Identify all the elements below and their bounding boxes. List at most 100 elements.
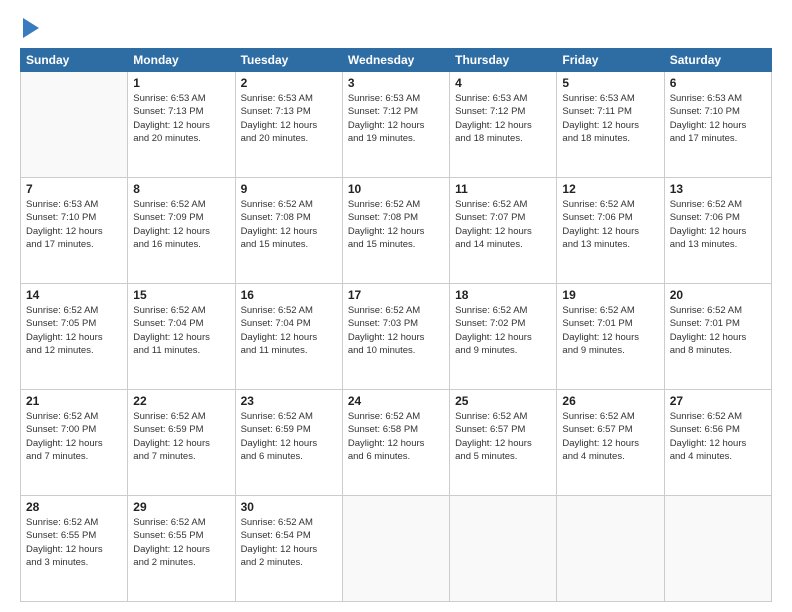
calendar-cell: 23Sunrise: 6:52 AMSunset: 6:59 PMDayligh…	[235, 390, 342, 496]
calendar-body: 1 Sunrise: 6:53 AMSunset: 7:13 PMDaylight…	[21, 72, 772, 602]
day-number: 13	[670, 182, 766, 196]
day-info: Sunrise: 6:53 AMSunset: 7:13 PMDaylight:…	[241, 92, 337, 145]
day-info: Sunrise: 6:53 AMSunset: 7:11 PMDaylight:…	[562, 92, 658, 145]
calendar-cell: 18 Sunrise: 6:52 AMSunset: 7:02 PMDayligh…	[450, 284, 557, 390]
calendar-cell: 12 Sunrise: 6:52 AMSunset: 7:06 PMDayligh…	[557, 178, 664, 284]
week-row-3: 14Sunrise: 6:52 AMSunset: 7:05 PMDayligh…	[21, 284, 772, 390]
day-number: 26	[562, 394, 658, 408]
day-number: 27	[670, 394, 766, 408]
day-info: Sunrise: 6:52 AMSunset: 7:03 PMDaylight:…	[348, 304, 444, 357]
calendar-cell: 5 Sunrise: 6:53 AMSunset: 7:11 PMDaylight…	[557, 72, 664, 178]
calendar-header: Sunday Monday Tuesday Wednesday Thursday…	[21, 49, 772, 72]
calendar-cell: 11 Sunrise: 6:52 AMSunset: 7:07 PMDayligh…	[450, 178, 557, 284]
day-info: Sunrise: 6:52 AMSunset: 6:56 PMDaylight:…	[670, 410, 766, 463]
calendar-cell: 4Sunrise: 6:53 AMSunset: 7:12 PMDaylight…	[450, 72, 557, 178]
col-tuesday: Tuesday	[235, 49, 342, 72]
col-sunday: Sunday	[21, 49, 128, 72]
day-info: Sunrise: 6:52 AMSunset: 7:04 PMDaylight:…	[133, 304, 229, 357]
calendar-cell: 14Sunrise: 6:52 AMSunset: 7:05 PMDayligh…	[21, 284, 128, 390]
day-number: 12	[562, 182, 658, 196]
day-number: 18	[455, 288, 551, 302]
week-row-1: 1 Sunrise: 6:53 AMSunset: 7:13 PMDaylight…	[21, 72, 772, 178]
day-number: 5	[562, 76, 658, 90]
calendar-cell: 2 Sunrise: 6:53 AMSunset: 7:13 PMDaylight…	[235, 72, 342, 178]
day-number: 21	[26, 394, 122, 408]
calendar-cell: 26 Sunrise: 6:52 AMSunset: 6:57 PMDayligh…	[557, 390, 664, 496]
day-number: 8	[133, 182, 229, 196]
day-info: Sunrise: 6:52 AMSunset: 7:06 PMDaylight:…	[562, 198, 658, 251]
day-info: Sunrise: 6:52 AMSunset: 6:58 PMDaylight:…	[348, 410, 444, 463]
day-number: 11	[455, 182, 551, 196]
calendar-cell: 27 Sunrise: 6:52 AMSunset: 6:56 PMDayligh…	[664, 390, 771, 496]
day-info: Sunrise: 6:52 AMSunset: 7:01 PMDaylight:…	[670, 304, 766, 357]
calendar-cell	[450, 496, 557, 602]
calendar-cell	[664, 496, 771, 602]
day-number: 16	[241, 288, 337, 302]
day-info: Sunrise: 6:53 AMSunset: 7:12 PMDaylight:…	[455, 92, 551, 145]
logo	[20, 18, 39, 38]
day-number: 15	[133, 288, 229, 302]
calendar-cell: 29 Sunrise: 6:52 AMSunset: 6:55 PMDayligh…	[128, 496, 235, 602]
header	[20, 18, 772, 38]
day-info: Sunrise: 6:52 AMSunset: 7:08 PMDaylight:…	[241, 198, 337, 251]
day-info: Sunrise: 6:53 AMSunset: 7:13 PMDaylight:…	[133, 92, 229, 145]
day-info: Sunrise: 6:52 AMSunset: 7:02 PMDaylight:…	[455, 304, 551, 357]
calendar-cell: 9 Sunrise: 6:52 AMSunset: 7:08 PMDaylight…	[235, 178, 342, 284]
day-info: Sunrise: 6:52 AMSunset: 7:08 PMDaylight:…	[348, 198, 444, 251]
week-row-2: 7 Sunrise: 6:53 AMSunset: 7:10 PMDaylight…	[21, 178, 772, 284]
day-info: Sunrise: 6:53 AMSunset: 7:12 PMDaylight:…	[348, 92, 444, 145]
day-number: 20	[670, 288, 766, 302]
calendar-cell: 17Sunrise: 6:52 AMSunset: 7:03 PMDayligh…	[342, 284, 449, 390]
day-number: 22	[133, 394, 229, 408]
calendar-cell: 24 Sunrise: 6:52 AMSunset: 6:58 PMDayligh…	[342, 390, 449, 496]
day-number: 6	[670, 76, 766, 90]
day-info: Sunrise: 6:52 AMSunset: 7:09 PMDaylight:…	[133, 198, 229, 251]
col-friday: Friday	[557, 49, 664, 72]
day-info: Sunrise: 6:52 AMSunset: 6:55 PMDaylight:…	[26, 516, 122, 569]
calendar-cell: 7 Sunrise: 6:53 AMSunset: 7:10 PMDaylight…	[21, 178, 128, 284]
day-number: 7	[26, 182, 122, 196]
calendar-table: Sunday Monday Tuesday Wednesday Thursday…	[20, 48, 772, 602]
day-number: 9	[241, 182, 337, 196]
calendar-cell: 3 Sunrise: 6:53 AMSunset: 7:12 PMDaylight…	[342, 72, 449, 178]
calendar-cell	[342, 496, 449, 602]
col-wednesday: Wednesday	[342, 49, 449, 72]
day-info: Sunrise: 6:52 AMSunset: 7:06 PMDaylight:…	[670, 198, 766, 251]
day-number: 14	[26, 288, 122, 302]
calendar-cell: 25 Sunrise: 6:52 AMSunset: 6:57 PMDayligh…	[450, 390, 557, 496]
day-number: 25	[455, 394, 551, 408]
calendar-cell: 15 Sunrise: 6:52 AMSunset: 7:04 PMDayligh…	[128, 284, 235, 390]
calendar-cell: 10 Sunrise: 6:52 AMSunset: 7:08 PMDayligh…	[342, 178, 449, 284]
day-number: 28	[26, 500, 122, 514]
week-row-4: 21Sunrise: 6:52 AMSunset: 7:00 PMDayligh…	[21, 390, 772, 496]
day-info: Sunrise: 6:52 AMSunset: 6:57 PMDaylight:…	[562, 410, 658, 463]
day-info: Sunrise: 6:52 AMSunset: 7:04 PMDaylight:…	[241, 304, 337, 357]
day-number: 19	[562, 288, 658, 302]
calendar-cell: 28 Sunrise: 6:52 AMSunset: 6:55 PMDayligh…	[21, 496, 128, 602]
day-number: 30	[241, 500, 337, 514]
day-number: 1	[133, 76, 229, 90]
page: Sunday Monday Tuesday Wednesday Thursday…	[0, 0, 792, 612]
day-number: 23	[241, 394, 337, 408]
day-number: 10	[348, 182, 444, 196]
calendar-cell: 20 Sunrise: 6:52 AMSunset: 7:01 PMDayligh…	[664, 284, 771, 390]
day-info: Sunrise: 6:52 AMSunset: 6:55 PMDaylight:…	[133, 516, 229, 569]
day-info: Sunrise: 6:52 AMSunset: 7:07 PMDaylight:…	[455, 198, 551, 251]
calendar-cell: 22Sunrise: 6:52 AMSunset: 6:59 PMDayligh…	[128, 390, 235, 496]
day-info: Sunrise: 6:52 AMSunset: 6:54 PMDaylight:…	[241, 516, 337, 569]
day-number: 29	[133, 500, 229, 514]
calendar-cell	[557, 496, 664, 602]
calendar-cell: 8 Sunrise: 6:52 AMSunset: 7:09 PMDaylight…	[128, 178, 235, 284]
day-info: Sunrise: 6:52 AMSunset: 6:57 PMDaylight:…	[455, 410, 551, 463]
col-saturday: Saturday	[664, 49, 771, 72]
calendar-cell: 19Sunrise: 6:52 AMSunset: 7:01 PMDayligh…	[557, 284, 664, 390]
calendar-cell: 30 Sunrise: 6:52 AMSunset: 6:54 PMDayligh…	[235, 496, 342, 602]
logo-arrow-icon	[23, 18, 39, 38]
header-row: Sunday Monday Tuesday Wednesday Thursday…	[21, 49, 772, 72]
day-number: 24	[348, 394, 444, 408]
col-monday: Monday	[128, 49, 235, 72]
day-number: 2	[241, 76, 337, 90]
calendar-cell: 21Sunrise: 6:52 AMSunset: 7:00 PMDayligh…	[21, 390, 128, 496]
day-number: 3	[348, 76, 444, 90]
day-info: Sunrise: 6:53 AMSunset: 7:10 PMDaylight:…	[26, 198, 122, 251]
